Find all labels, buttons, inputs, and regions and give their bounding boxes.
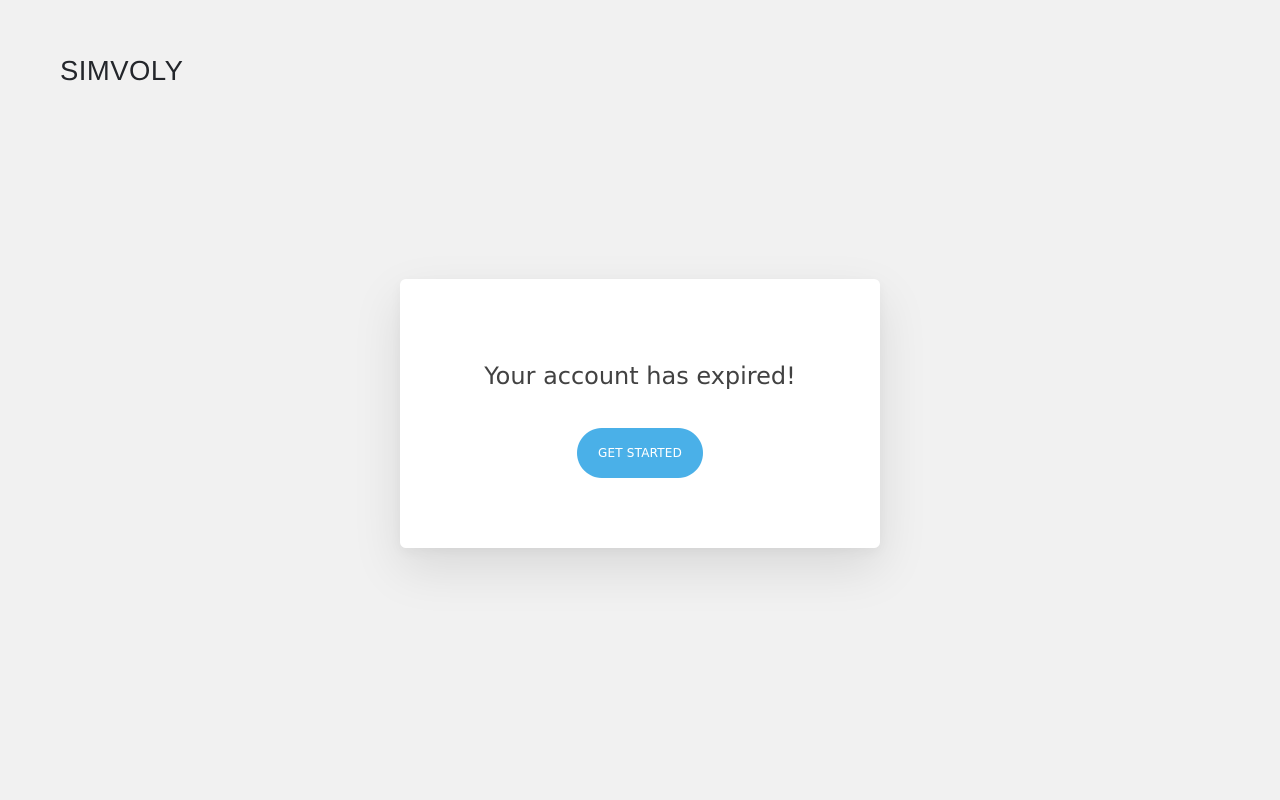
get-started-button[interactable]: GET STARTED xyxy=(577,428,703,478)
brand-logo-text: SIMVOLY xyxy=(60,55,184,86)
brand-logo[interactable]: SIMVOLY xyxy=(60,55,186,86)
account-expired-title: Your account has expired! xyxy=(484,362,796,390)
account-expired-card: Your account has expired! GET STARTED xyxy=(400,279,880,548)
